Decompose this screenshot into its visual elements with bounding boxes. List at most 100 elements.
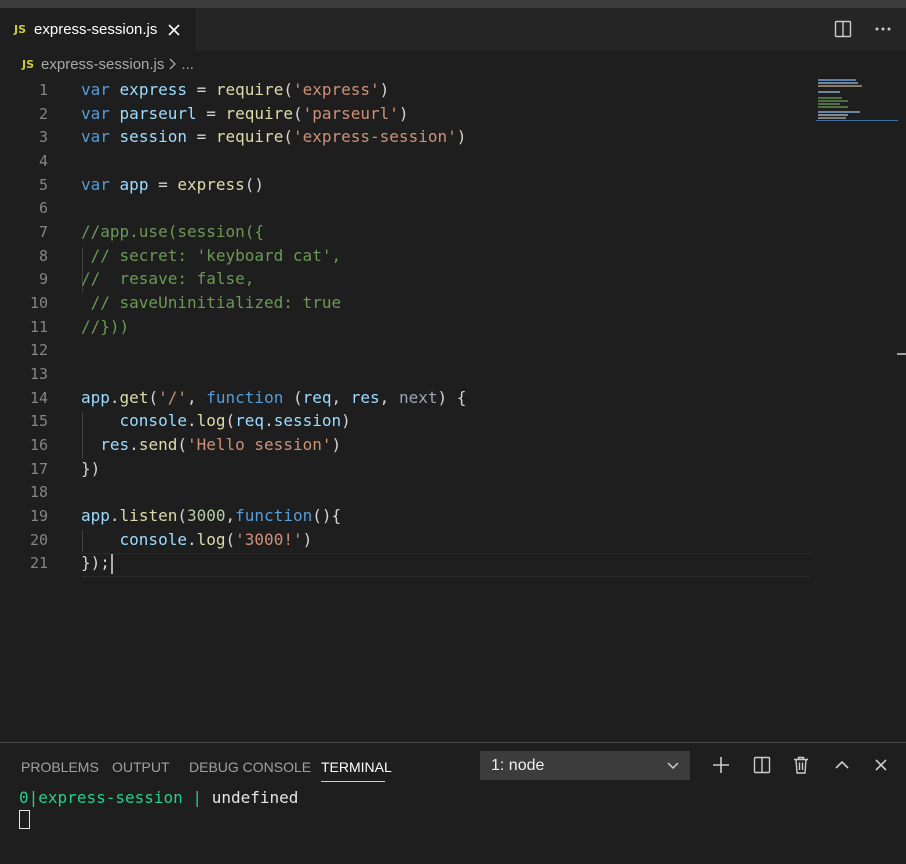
active-tab-indicator	[321, 781, 385, 782]
code-token: 'Hello session'	[186, 434, 332, 454]
line-number: 3	[38, 128, 48, 147]
code-token: })	[81, 458, 101, 478]
code-text[interactable]: // resave: false,	[81, 267, 254, 291]
code-token: .	[109, 387, 120, 407]
code-line: 5 var app = express()	[0, 173, 906, 197]
line-number: 11	[29, 317, 48, 336]
code-token: 3000	[186, 505, 226, 525]
code-text[interactable]: });	[81, 551, 113, 575]
code-text[interactable]: app.get('/', function (req, res, next) {	[81, 386, 466, 410]
line-number: 9	[38, 270, 48, 289]
tab-debug-console[interactable]: DEBUG CONSOLE	[189, 759, 311, 775]
tab-problems[interactable]: PROBLEMS	[21, 759, 99, 775]
code-token: 'express'	[292, 80, 380, 99]
code-text[interactable]: var session = require('express-session')	[81, 125, 466, 149]
line-number: 5	[38, 175, 48, 194]
code-token: =	[148, 174, 178, 194]
code-text[interactable]: //app.use(session({	[81, 220, 264, 244]
code-line: 14 app.get('/', function (req, res, next)…	[0, 386, 906, 410]
plus-icon[interactable]	[710, 754, 732, 776]
code-token: (){	[312, 505, 342, 525]
tab-express-session[interactable]: JS express-session.js	[0, 8, 195, 51]
code-token: require	[225, 103, 293, 123]
text-cursor	[110, 553, 113, 574]
code-token: (	[225, 411, 236, 431]
code-line: 13	[0, 362, 906, 386]
split-terminal-icon[interactable]	[751, 754, 773, 776]
code-text[interactable]: app.listen(3000,function(){	[81, 504, 341, 528]
terminal-separator-2: |	[182, 788, 212, 807]
tab-output[interactable]: OUTPUT	[112, 759, 170, 775]
trash-icon[interactable]	[790, 754, 812, 776]
editor-actions	[832, 18, 894, 40]
minimap[interactable]	[816, 77, 898, 122]
code-token: .	[129, 434, 139, 454]
tab-terminal[interactable]: TERMINAL	[321, 759, 392, 775]
code-text[interactable]: console.log('3000!')	[81, 528, 313, 552]
code-token: parseurl	[119, 103, 197, 123]
code-line: 12	[0, 338, 906, 362]
code-text[interactable]: })	[81, 457, 100, 481]
code-token: var	[81, 174, 110, 194]
code-token: log	[196, 411, 226, 431]
code-token: res	[350, 387, 380, 407]
js-file-icon: JS	[22, 57, 35, 71]
code-token: ,	[225, 505, 236, 525]
code-text[interactable]: var app = express()	[81, 173, 264, 197]
code-line: 2 var parseurl = require('parseurl')	[0, 102, 906, 126]
code-text[interactable]: var parseurl = require('parseurl')	[81, 102, 409, 126]
code-line: 9 // resave: false,	[0, 267, 906, 291]
terminal-output-line: 0|express-session | undefined	[19, 787, 298, 809]
code-line: 4	[0, 149, 906, 173]
code-editor[interactable]: 1 var express = require('express') 2 var pa…	[0, 77, 906, 742]
breadcrumb-file[interactable]: express-session.js	[41, 56, 164, 73]
code-token: =	[186, 80, 216, 99]
close-panel-icon[interactable]	[870, 754, 892, 776]
code-token: (	[177, 434, 187, 454]
code-token: require	[215, 127, 284, 147]
code-text[interactable]: res.send('Hello session')	[81, 433, 341, 457]
line-number: 19	[29, 506, 48, 525]
editor-tab-bar: JS express-session.js	[0, 8, 906, 51]
code-token: app	[119, 174, 149, 194]
close-icon[interactable]	[166, 22, 182, 38]
more-actions-icon[interactable]	[872, 18, 894, 40]
breadcrumb-symbols[interactable]: ...	[181, 56, 194, 73]
chevron-up-icon[interactable]	[831, 754, 853, 776]
code-token: var	[81, 103, 110, 123]
code-token: ()	[244, 174, 265, 194]
line-number: 17	[29, 459, 48, 478]
code-token: =	[196, 103, 226, 123]
code-token: function	[235, 505, 313, 525]
code-text[interactable]: // saveUninitialized: true	[81, 291, 341, 315]
code-token: (	[283, 387, 303, 407]
split-editor-icon[interactable]	[832, 18, 854, 40]
code-token: console	[119, 411, 187, 431]
code-line: 10 // saveUninitialized: true	[0, 291, 906, 315]
code-token: });	[81, 553, 110, 573]
code-text[interactable]: console.log(req.session)	[81, 409, 351, 433]
code-line: 20 console.log('3000!')	[0, 528, 906, 552]
terminal-select[interactable]: 1: node	[480, 751, 690, 780]
code-text[interactable]: //}))	[81, 315, 129, 339]
code-line: 1 var express = require('express')	[0, 78, 906, 102]
line-number: 13	[29, 364, 48, 383]
code-token: //app.use(session({	[81, 221, 265, 241]
line-number: 15	[29, 412, 48, 431]
code-text[interactable]: // secret: 'keyboard cat',	[81, 244, 341, 268]
code-line: 18	[0, 480, 906, 504]
code-line: 16 res.send('Hello session')	[0, 433, 906, 457]
code-token: (	[225, 529, 236, 549]
code-text[interactable]: var express = require('express')	[81, 78, 389, 102]
code-token: (	[292, 103, 303, 123]
tab-label: express-session.js	[34, 21, 158, 38]
code-token: function	[206, 387, 284, 407]
code-token: res	[100, 434, 130, 454]
code-token: '/'	[158, 387, 187, 407]
code-line: 3 var session = require('express-session'…	[0, 125, 906, 149]
line-number: 1	[38, 81, 48, 99]
terminal-label: express-session	[38, 788, 183, 807]
